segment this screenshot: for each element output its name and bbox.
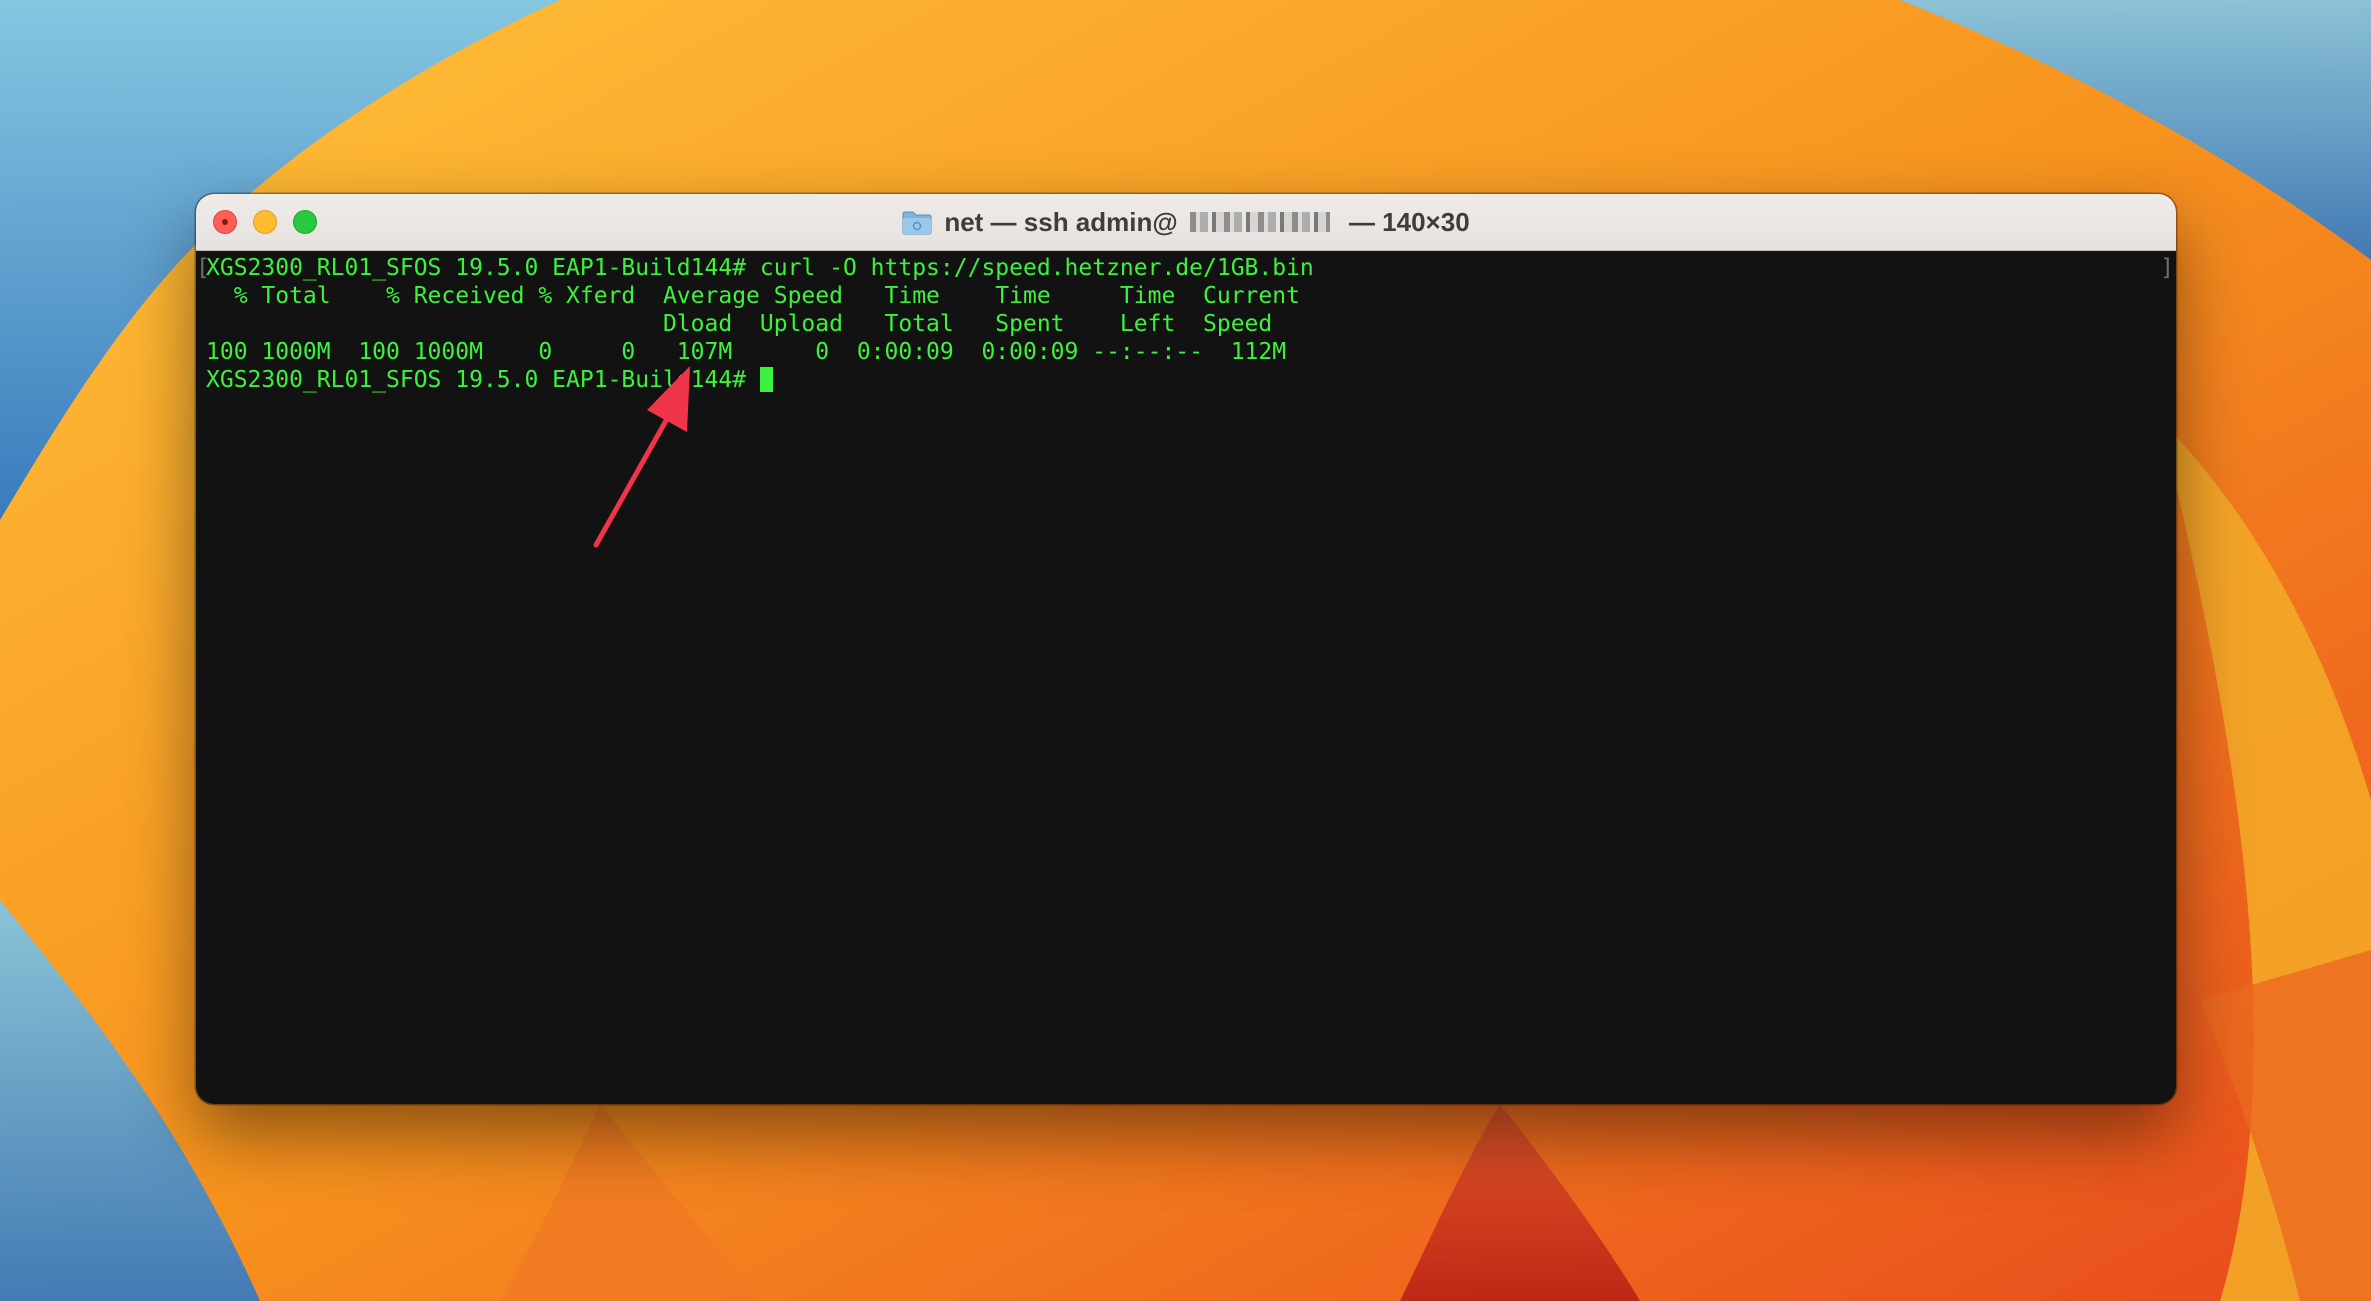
terminal-line-header-1: % Total % Received % Xferd Average Speed… [206, 283, 1300, 309]
title-bar[interactable]: net — ssh admin@ — 140×30 [196, 194, 2176, 251]
terminal-window[interactable]: net — ssh admin@ — 140×30 [ ] XGS2300_RL… [196, 194, 2176, 1104]
terminal-prompt: XGS2300_RL01_SFOS 19.5.0 EAP1-Build144# [206, 367, 760, 393]
terminal-line-progress: 100 1000M 100 1000M 0 0 107M 0 0:00:09 0… [206, 339, 1287, 365]
terminal-line-prompt[interactable]: XGS2300_RL01_SFOS 19.5.0 EAP1-Build144# [206, 366, 2166, 394]
terminal-line-header-2: Dload Upload Total Spent Left Speed [206, 311, 1273, 337]
redacted-hostname [1189, 212, 1330, 232]
terminal-output[interactable]: XGS2300_RL01_SFOS 19.5.0 EAP1-Build144# … [206, 254, 2166, 394]
folder-icon [902, 211, 932, 235]
window-title: net — ssh admin@ — 140×30 [196, 194, 2176, 250]
terminal-cursor [759, 367, 773, 392]
terminal-line-command: XGS2300_RL01_SFOS 19.5.0 EAP1-Build144# … [206, 255, 1314, 281]
window-title-prefix: net — ssh admin@ [944, 206, 1178, 237]
window-title-suffix: — 140×30 [1341, 206, 1470, 237]
